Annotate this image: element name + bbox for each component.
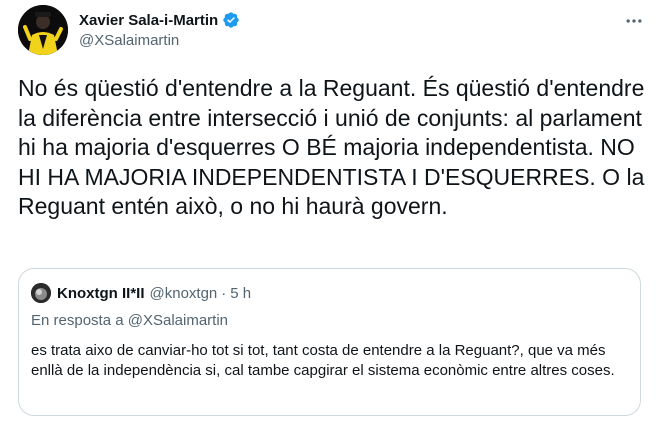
quoted-reply-context: En resposta a @XSalaimartin — [31, 312, 228, 329]
quoted-text: es trata aixo de canviar-ho tot si tot, … — [31, 342, 615, 379]
quoted-time[interactable]: 5 h — [230, 285, 251, 302]
author-handle[interactable]: @XSalaimartin — [79, 32, 240, 49]
quoted-separator: · — [221, 284, 227, 302]
avatar-image — [18, 5, 68, 55]
tweet-card: Xavier Sala-i-Martin @XSalaimartin No és… — [0, 0, 669, 426]
quoted-avatar-image — [31, 283, 51, 303]
more-options-button[interactable] — [621, 8, 647, 34]
quoted-tweet[interactable]: Knoxtgn II*II @knoxtgn · 5 h En resposta… — [18, 268, 641, 416]
author-display-name[interactable]: Xavier Sala-i-Martin — [79, 12, 218, 29]
quoted-display-name[interactable]: Knoxtgn II*II — [57, 285, 145, 302]
quoted-handle[interactable]: @knoxtgn — [150, 285, 218, 302]
name-row: Xavier Sala-i-Martin — [79, 11, 240, 29]
reply-prefix: En resposta a — [31, 312, 124, 329]
quoted-avatar — [31, 283, 51, 303]
author-names: Xavier Sala-i-Martin @XSalaimartin — [79, 11, 240, 49]
verified-badge-icon — [222, 11, 240, 29]
author-avatar[interactable] — [18, 5, 68, 55]
more-horizontal-icon — [626, 19, 642, 23]
quoted-header: Knoxtgn II*II @knoxtgn · 5 h — [31, 283, 251, 303]
tweet-text: No és qüestió d'entendre a la Reguant. É… — [18, 75, 645, 219]
reply-to-mention[interactable]: @XSalaimartin — [128, 312, 228, 329]
tweet-header: Xavier Sala-i-Martin @XSalaimartin — [18, 5, 240, 55]
